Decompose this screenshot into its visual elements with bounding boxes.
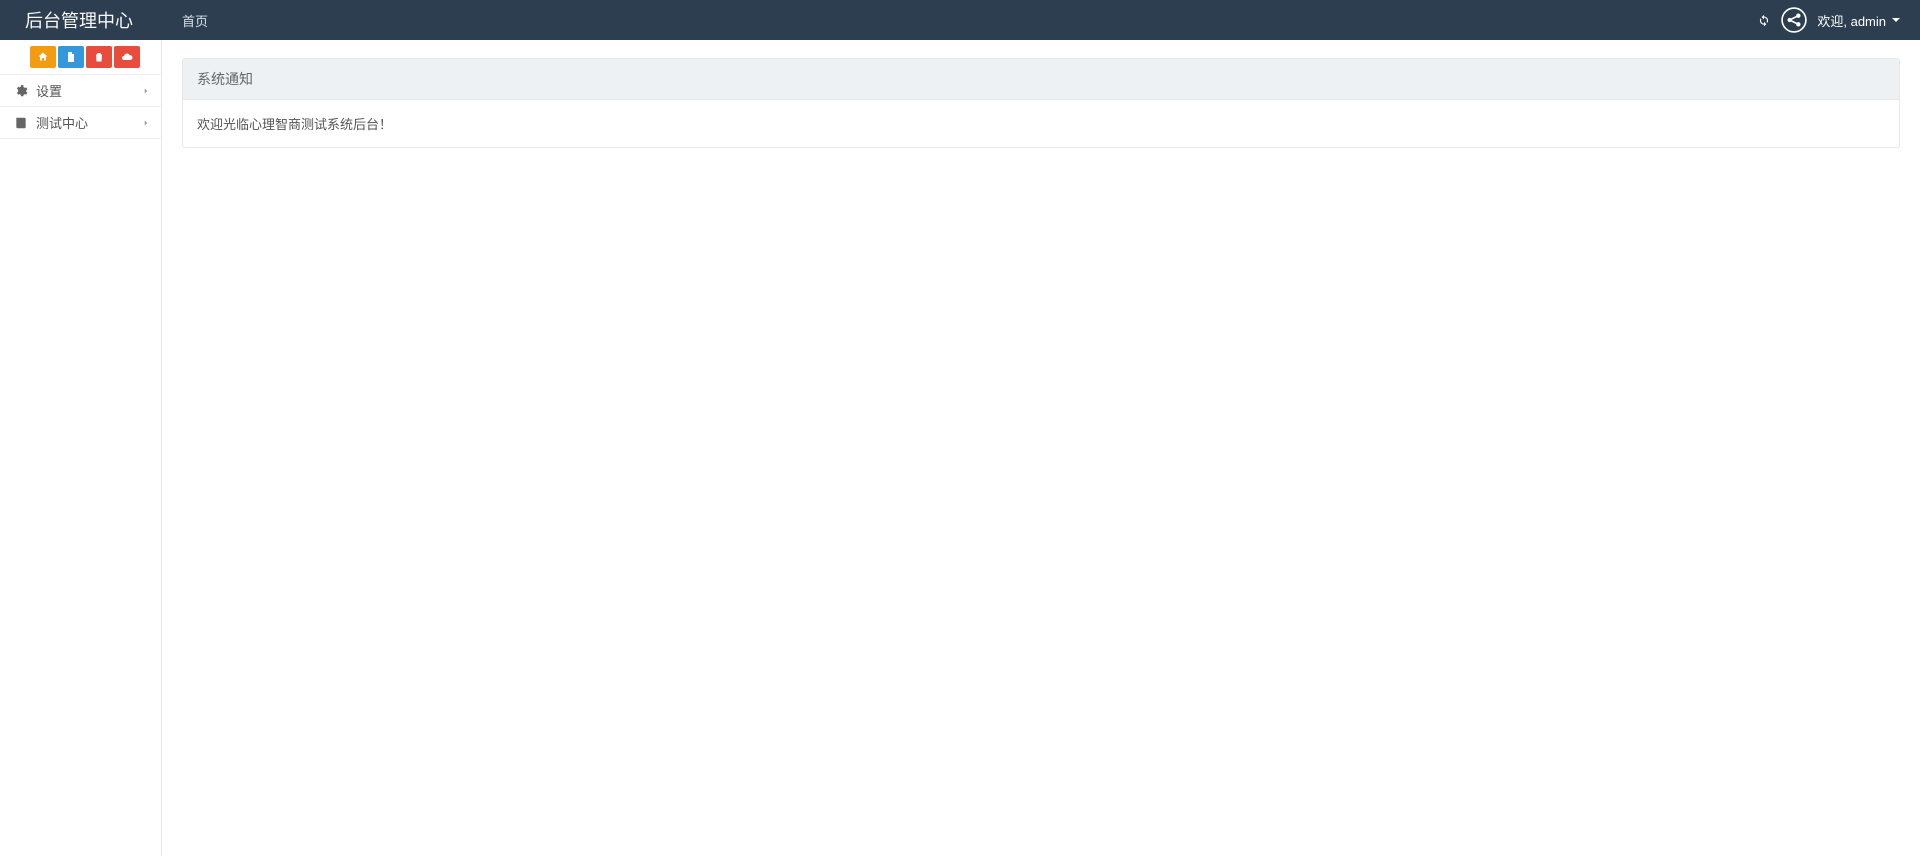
sidebar: 设置 测试中心 xyxy=(0,40,162,856)
sidebar-item-settings[interactable]: 设置 xyxy=(0,75,161,107)
sidebar-quick-buttons xyxy=(0,40,161,74)
refresh-icon[interactable] xyxy=(1757,13,1771,27)
chevron-right-icon xyxy=(141,86,151,96)
top-navbar: 后台管理中心 首页 欢迎, admin xyxy=(0,0,1920,40)
notice-panel: 系统通知 欢迎光临心理智商测试系统后台！ xyxy=(182,58,1900,148)
quick-cloud-button[interactable] xyxy=(114,46,140,68)
cloud-icon xyxy=(121,51,133,63)
sidebar-menu: 设置 测试中心 xyxy=(0,74,161,139)
home-icon xyxy=(37,51,49,63)
quick-home-button[interactable] xyxy=(30,46,56,68)
sidebar-item-test-center[interactable]: 测试中心 xyxy=(0,107,161,139)
sidebar-item-label: 测试中心 xyxy=(36,113,88,132)
tab-label: 首页 xyxy=(182,11,208,30)
navbar-right: 欢迎, admin xyxy=(1757,7,1910,33)
main-layout: 设置 测试中心 系统通知 欢迎光临心理智商测试系统后台！ xyxy=(0,40,1920,856)
panel-body: 欢迎光临心理智商测试系统后台！ xyxy=(182,100,1900,148)
panel-title: 系统通知 xyxy=(182,58,1900,100)
trash-icon xyxy=(93,51,105,63)
app-brand: 后台管理中心 xyxy=(10,7,148,33)
top-tabs: 首页 xyxy=(168,0,222,40)
quick-trash-button[interactable] xyxy=(86,46,112,68)
share-icon[interactable] xyxy=(1781,7,1807,33)
file-icon xyxy=(65,51,77,63)
gears-icon xyxy=(14,84,28,98)
tab-home[interactable]: 首页 xyxy=(168,0,222,40)
chevron-right-icon xyxy=(141,118,151,128)
caret-down-icon xyxy=(1892,18,1900,22)
book-icon xyxy=(14,116,28,130)
content-area: 系统通知 欢迎光临心理智商测试系统后台！ xyxy=(162,40,1920,856)
user-menu[interactable]: 欢迎, admin xyxy=(1817,11,1900,30)
welcome-text: 欢迎, admin xyxy=(1817,11,1886,30)
sidebar-item-label: 设置 xyxy=(36,81,62,100)
quick-file-button[interactable] xyxy=(58,46,84,68)
